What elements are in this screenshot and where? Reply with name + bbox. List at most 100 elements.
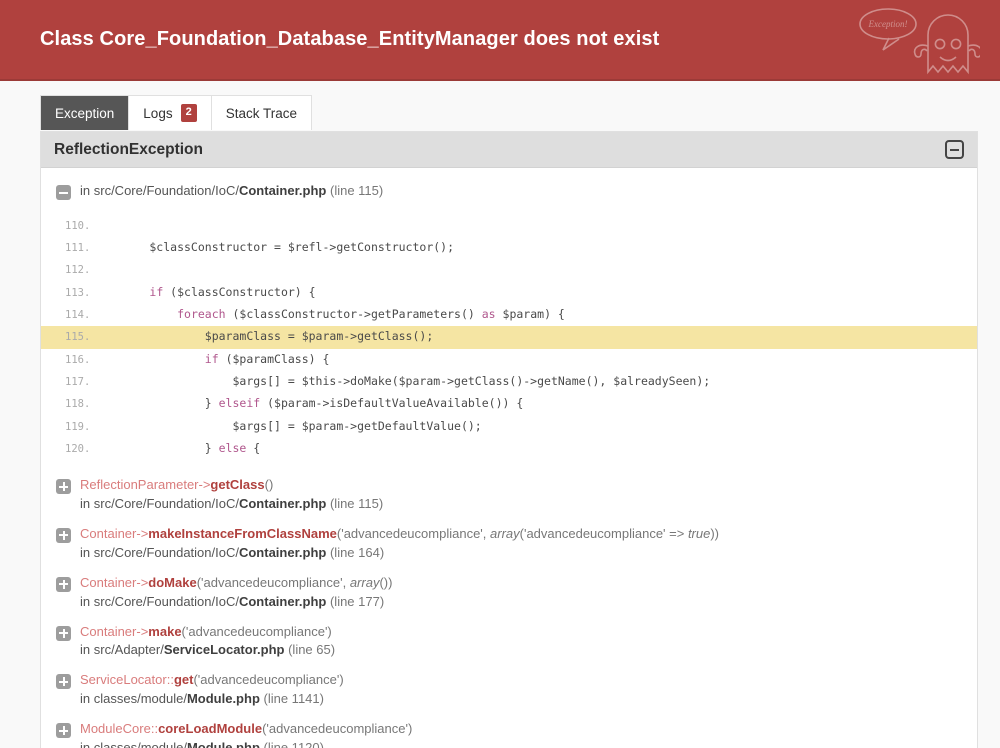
stack-frame-args: ('advancedeucompliance') <box>193 672 344 688</box>
stack-frame-call[interactable]: ReflectionParameter->getClass() <box>80 476 273 495</box>
minus-square-icon[interactable] <box>56 185 71 200</box>
stack-frame-path: src/Adapter/ <box>93 642 164 658</box>
stack-frame-call[interactable]: ServiceLocator::get('advancedeucomplianc… <box>80 671 344 690</box>
source-code-block: 110. 111. $classConstructor = $refl->get… <box>41 214 977 461</box>
tab-logs-badge: 2 <box>180 104 197 122</box>
code-line-number: 119. <box>65 420 91 433</box>
stack-frame-location: in src/Adapter/ServiceLocator.php (line … <box>80 642 959 657</box>
stack-frame: ReflectionParameter->getClass() in src/Co… <box>41 476 977 511</box>
stack-frame-separator: -> <box>198 477 211 493</box>
stack-frame-class: ModuleCore <box>80 721 151 737</box>
stack-frame-separator: :: <box>150 721 159 737</box>
code-line-source <box>94 259 977 280</box>
stack-frame-file: Container.php <box>238 593 327 609</box>
stack-frame-file: Container.php <box>238 544 327 560</box>
stack-frame: Container->doMake('advancedeucompliance'… <box>41 574 977 609</box>
stack-frame-path: src/Core/Foundation/IoC/ <box>93 495 239 511</box>
stack-frame-prefix: in <box>80 691 94 707</box>
stack-frame-path: src/Core/Foundation/IoC/ <box>93 593 239 609</box>
primary-frame: in src/Core/Foundation/IoC/Container.php… <box>41 182 977 201</box>
stack-frame-class: ReflectionParameter <box>80 477 199 493</box>
plus-square-icon[interactable] <box>56 576 71 592</box>
stack-frame-call[interactable]: Container->make('advancedeucompliance') <box>80 623 332 642</box>
stack-frame-prefix: in <box>80 642 94 658</box>
stack-frame-args: ('advancedeucompliance', array()) <box>196 574 393 590</box>
code-line-number: 118. <box>65 398 91 411</box>
tab-logs[interactable]: Logs 2 <box>129 96 212 130</box>
stack-frame-file: Container.php <box>238 495 327 511</box>
tab-stack-trace[interactable]: Stack Trace <box>211 96 311 130</box>
stack-frame-location: in src/Core/Foundation/IoC/Container.php… <box>80 594 959 609</box>
primary-frame-file: Container.php <box>238 183 327 198</box>
plus-square-icon[interactable] <box>56 527 71 543</box>
stack-frame-line: (line 177) <box>326 593 385 609</box>
stack-frame-args: ('advancedeucompliance') <box>262 721 413 737</box>
plus-square-icon[interactable] <box>56 625 71 641</box>
stack-frame-class: Container <box>80 574 137 590</box>
stack-frame-location: in src/Core/Foundation/IoC/Container.php… <box>80 545 959 560</box>
code-line-number: 117. <box>65 375 91 388</box>
code-line-source: } else { <box>94 440 261 455</box>
stack-frame-location: in src/Core/Foundation/IoC/Container.php… <box>80 496 959 511</box>
code-line-number: 111. <box>65 242 91 255</box>
stack-frame-separator: -> <box>136 623 149 639</box>
stack-frame-list: ReflectionParameter->getClass() in src/Co… <box>41 476 977 748</box>
minus-square-icon[interactable] <box>945 140 964 159</box>
code-line: 114. foreach ($classConstructor->getPara… <box>41 304 977 326</box>
stack-frame-args: () <box>264 477 274 493</box>
code-line: 117. $args[] = $this->doMake($param->get… <box>41 371 977 393</box>
stack-frame-prefix: in <box>80 495 94 511</box>
panel-body: in src/Core/Foundation/IoC/Container.php… <box>41 168 977 748</box>
primary-frame-path: src/Core/Foundation/IoC/ <box>93 183 239 198</box>
stack-frame-line: (line 65) <box>284 642 336 658</box>
stack-frame-location: in classes/module/Module.php (line 1120) <box>80 740 959 748</box>
stack-frame-separator: -> <box>136 525 149 541</box>
tab-stack-trace-label: Stack Trace <box>225 105 297 121</box>
stack-frame-file: Module.php <box>186 740 260 748</box>
stack-frame-path: src/Core/Foundation/IoC/ <box>93 544 239 560</box>
stack-frame: ModuleCore::coreLoadModule('advancedeuco… <box>41 720 977 748</box>
code-line-number: 115. <box>65 331 91 344</box>
code-line-number: 110. <box>65 219 91 232</box>
stack-frame-file: Module.php <box>186 691 260 707</box>
tabs-bar: Exception Logs 2 Stack Trace <box>0 81 1000 131</box>
plus-square-icon[interactable] <box>56 479 71 495</box>
stack-frame-function: make <box>148 623 182 639</box>
panel-title: ReflectionException <box>54 140 203 158</box>
stack-frame-line: (line 1120) <box>259 740 324 748</box>
stack-frame-class: Container <box>80 623 137 639</box>
plus-square-icon[interactable] <box>56 674 71 690</box>
code-line-source: $args[] = $this->doMake($param->getClass… <box>94 373 711 388</box>
stack-frame: Container->make('advancedeucompliance') i… <box>41 623 977 657</box>
stack-frame: Container->makeInstanceFromClassName('ad… <box>41 525 977 560</box>
plus-square-icon[interactable] <box>56 723 71 739</box>
code-line: 110. <box>41 215 977 237</box>
code-line: 112. <box>41 259 977 281</box>
code-line-source <box>94 215 977 236</box>
stack-frame-call[interactable]: ModuleCore::coreLoadModule('advancedeuco… <box>80 720 412 739</box>
stack-frame: ServiceLocator::get('advancedeucomplianc… <box>41 671 977 706</box>
code-line-number: 120. <box>65 442 91 455</box>
code-line-source: } elseif ($param->isDefaultValueAvailabl… <box>94 396 524 411</box>
stack-frame-prefix: in <box>80 544 94 560</box>
stack-frame-function: doMake <box>148 574 197 590</box>
stack-frame-args: ('advancedeucompliance', array('advanced… <box>336 525 720 541</box>
stack-frame-class: ServiceLocator <box>80 672 167 688</box>
stack-frame-line: (line 115) <box>326 495 384 511</box>
tab-exception-label: Exception <box>55 105 115 121</box>
logo-bubble-text: Exception! <box>868 19 908 29</box>
stack-frame-call[interactable]: Container->makeInstanceFromClassName('ad… <box>80 525 719 544</box>
code-line-source: $paramClass = $param->getClass(); <box>94 329 434 344</box>
tab-logs-label: Logs <box>143 105 173 121</box>
stack-frame-function: coreLoadModule <box>158 721 263 737</box>
stack-frame-prefix: in <box>80 740 94 748</box>
stack-frame-path: classes/module/ <box>93 691 187 707</box>
stack-frame-args: ('advancedeucompliance') <box>181 623 332 639</box>
stack-frame-separator: -> <box>136 574 149 590</box>
primary-frame-location: in src/Core/Foundation/IoC/Container.php… <box>80 182 383 201</box>
exception-panel: ReflectionException in src/Core/Foundati… <box>40 131 978 748</box>
stack-frame-call[interactable]: Container->doMake('advancedeucompliance'… <box>80 574 392 593</box>
tab-exception[interactable]: Exception <box>41 96 130 130</box>
primary-frame-prefix: in <box>80 183 94 198</box>
code-line: 118. } elseif ($param->isDefaultValueAva… <box>41 393 977 415</box>
